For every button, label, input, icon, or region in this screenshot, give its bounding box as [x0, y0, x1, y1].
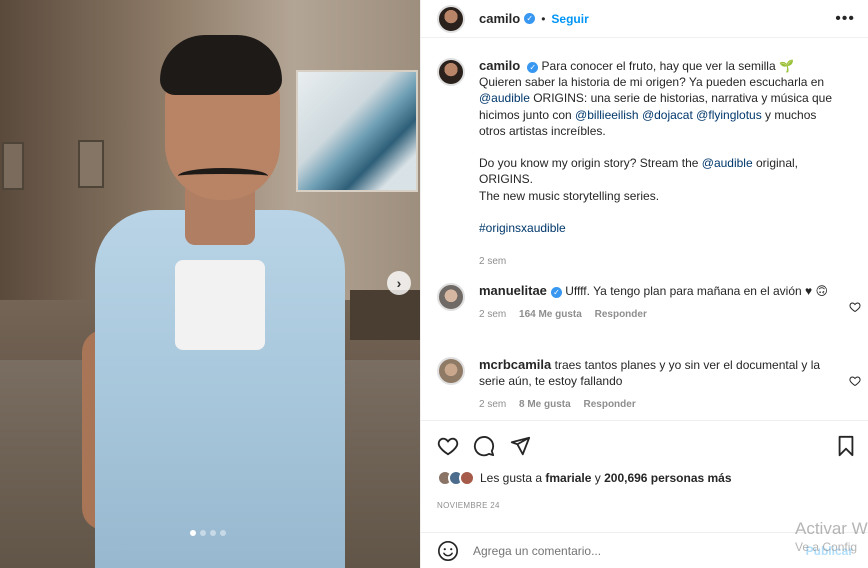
- comment: mcrbcamila traes tantos planes y yo sin …: [437, 357, 867, 414]
- post-actions: [421, 420, 868, 470]
- carousel-dot: [200, 530, 206, 536]
- mention-link[interactable]: @audible: [702, 156, 753, 170]
- caption-time[interactable]: 2 sem: [479, 256, 506, 267]
- comment-meta: 2 sem 164 Me gusta Responder: [479, 307, 831, 323]
- post-photo[interactable]: ›: [0, 0, 420, 568]
- photo-painting: [296, 70, 418, 192]
- person-mustache: [178, 168, 268, 184]
- comment-time[interactable]: 2 sem: [479, 309, 506, 320]
- caption-text: camilo ✓ Para conocer el fruto, hay que v…: [479, 58, 839, 271]
- hashtag-link[interactable]: #originsxaudible: [479, 221, 566, 235]
- comment-bubble-icon[interactable]: [473, 435, 495, 457]
- photo-table: [350, 290, 420, 340]
- verified-icon: ✓: [550, 287, 562, 298]
- carousel-dot: [220, 530, 226, 536]
- likes-count[interactable]: 200,696 personas más: [604, 471, 731, 485]
- mention-link[interactable]: @audible: [479, 91, 530, 105]
- likes-summary: Les gusta a fmariale y 200,696 personas …: [437, 470, 732, 486]
- caption-username[interactable]: camilo: [479, 58, 520, 73]
- header-username[interactable]: camilo: [479, 11, 520, 26]
- comment-text: Uffff. Ya tengo plan para mañana en el a…: [565, 284, 828, 298]
- person-hair: [160, 35, 282, 95]
- post-date[interactable]: NOVIEMBRE 24: [437, 501, 500, 510]
- verified-icon: ✓: [524, 13, 536, 24]
- person-shirt: [175, 260, 265, 350]
- heart-icon[interactable]: [849, 375, 861, 387]
- reply-button[interactable]: Responder: [583, 399, 635, 410]
- caption-line2: Quieren saber la historia de mi origen? …: [479, 75, 825, 90]
- caption-en-line2: The new music storytelling series.: [479, 188, 660, 203]
- avatar[interactable]: [437, 58, 465, 86]
- carousel-dot: [210, 530, 216, 536]
- carousel-dots: [190, 530, 226, 536]
- comment-input[interactable]: [473, 543, 773, 558]
- separator-dot: •: [541, 11, 546, 26]
- caption-line1: Para conocer el fruto, hay que ver la se…: [541, 59, 794, 73]
- bookmark-icon[interactable]: [835, 435, 857, 457]
- mention-link[interactable]: @dojacat: [642, 108, 693, 122]
- post-header: camilo ✓ • Seguir •••: [421, 0, 868, 38]
- likes-text[interactable]: Les gusta a fmariale y 200,696 personas …: [480, 471, 732, 485]
- chevron-right-icon: ›: [396, 275, 402, 291]
- photo-frame-center: [78, 140, 104, 188]
- post-caption: camilo ✓ Para conocer el fruto, hay que v…: [437, 58, 857, 271]
- comment-likes[interactable]: 164 Me gusta: [519, 309, 582, 320]
- comment-username[interactable]: mcrbcamila: [479, 357, 551, 372]
- carousel-dot: [190, 530, 196, 536]
- comment-body: mcrbcamila traes tantos planes y yo sin …: [479, 357, 831, 414]
- mention-link[interactable]: @billieeilish: [575, 108, 639, 122]
- like-heart-icon[interactable]: [437, 435, 459, 457]
- caption-en-line1: Do you know my origin story? Stream the: [479, 156, 702, 171]
- watermark-sub: Ve a Config: [795, 540, 858, 554]
- photo-frame-left: [2, 142, 24, 190]
- comment-body: manuelitae ✓ Uffff. Ya tengo plan para ma…: [479, 283, 831, 323]
- comment-username[interactable]: manuelitae: [479, 283, 547, 298]
- comment: manuelitae ✓ Uffff. Ya tengo plan para ma…: [437, 283, 867, 323]
- follow-button[interactable]: Seguir: [551, 12, 588, 26]
- share-send-icon[interactable]: [509, 435, 531, 457]
- windows-activation-watermark: Activar W Ve a Config: [795, 518, 868, 554]
- avatar[interactable]: [437, 357, 465, 385]
- heart-icon[interactable]: [849, 301, 861, 313]
- more-options-icon[interactable]: •••: [835, 10, 855, 28]
- avatar[interactable]: [437, 283, 465, 311]
- comment-time[interactable]: 2 sem: [479, 399, 506, 410]
- comment-likes[interactable]: 8 Me gusta: [519, 399, 571, 410]
- likes-prefix: Les gusta a: [480, 471, 546, 485]
- verified-icon: ✓: [527, 62, 539, 73]
- likes-middle: y: [591, 471, 605, 485]
- emoji-icon[interactable]: [437, 540, 459, 562]
- comment-meta: 2 sem 8 Me gusta Responder: [479, 397, 831, 413]
- mention-link[interactable]: @flyinglotus: [696, 108, 762, 122]
- post-side-panel: camilo ✓ • Seguir ••• camilo ✓ Para conoc…: [420, 0, 868, 568]
- avatar[interactable]: [437, 4, 465, 33]
- post-dialog: › camilo ✓ • Seguir ••• camilo ✓ Para con…: [0, 0, 868, 568]
- reply-button[interactable]: Responder: [595, 309, 647, 320]
- likes-user[interactable]: fmariale: [545, 471, 591, 485]
- watermark-title: Activar W: [795, 519, 868, 538]
- carousel-next-button[interactable]: ›: [387, 271, 411, 295]
- avatar: [459, 470, 475, 486]
